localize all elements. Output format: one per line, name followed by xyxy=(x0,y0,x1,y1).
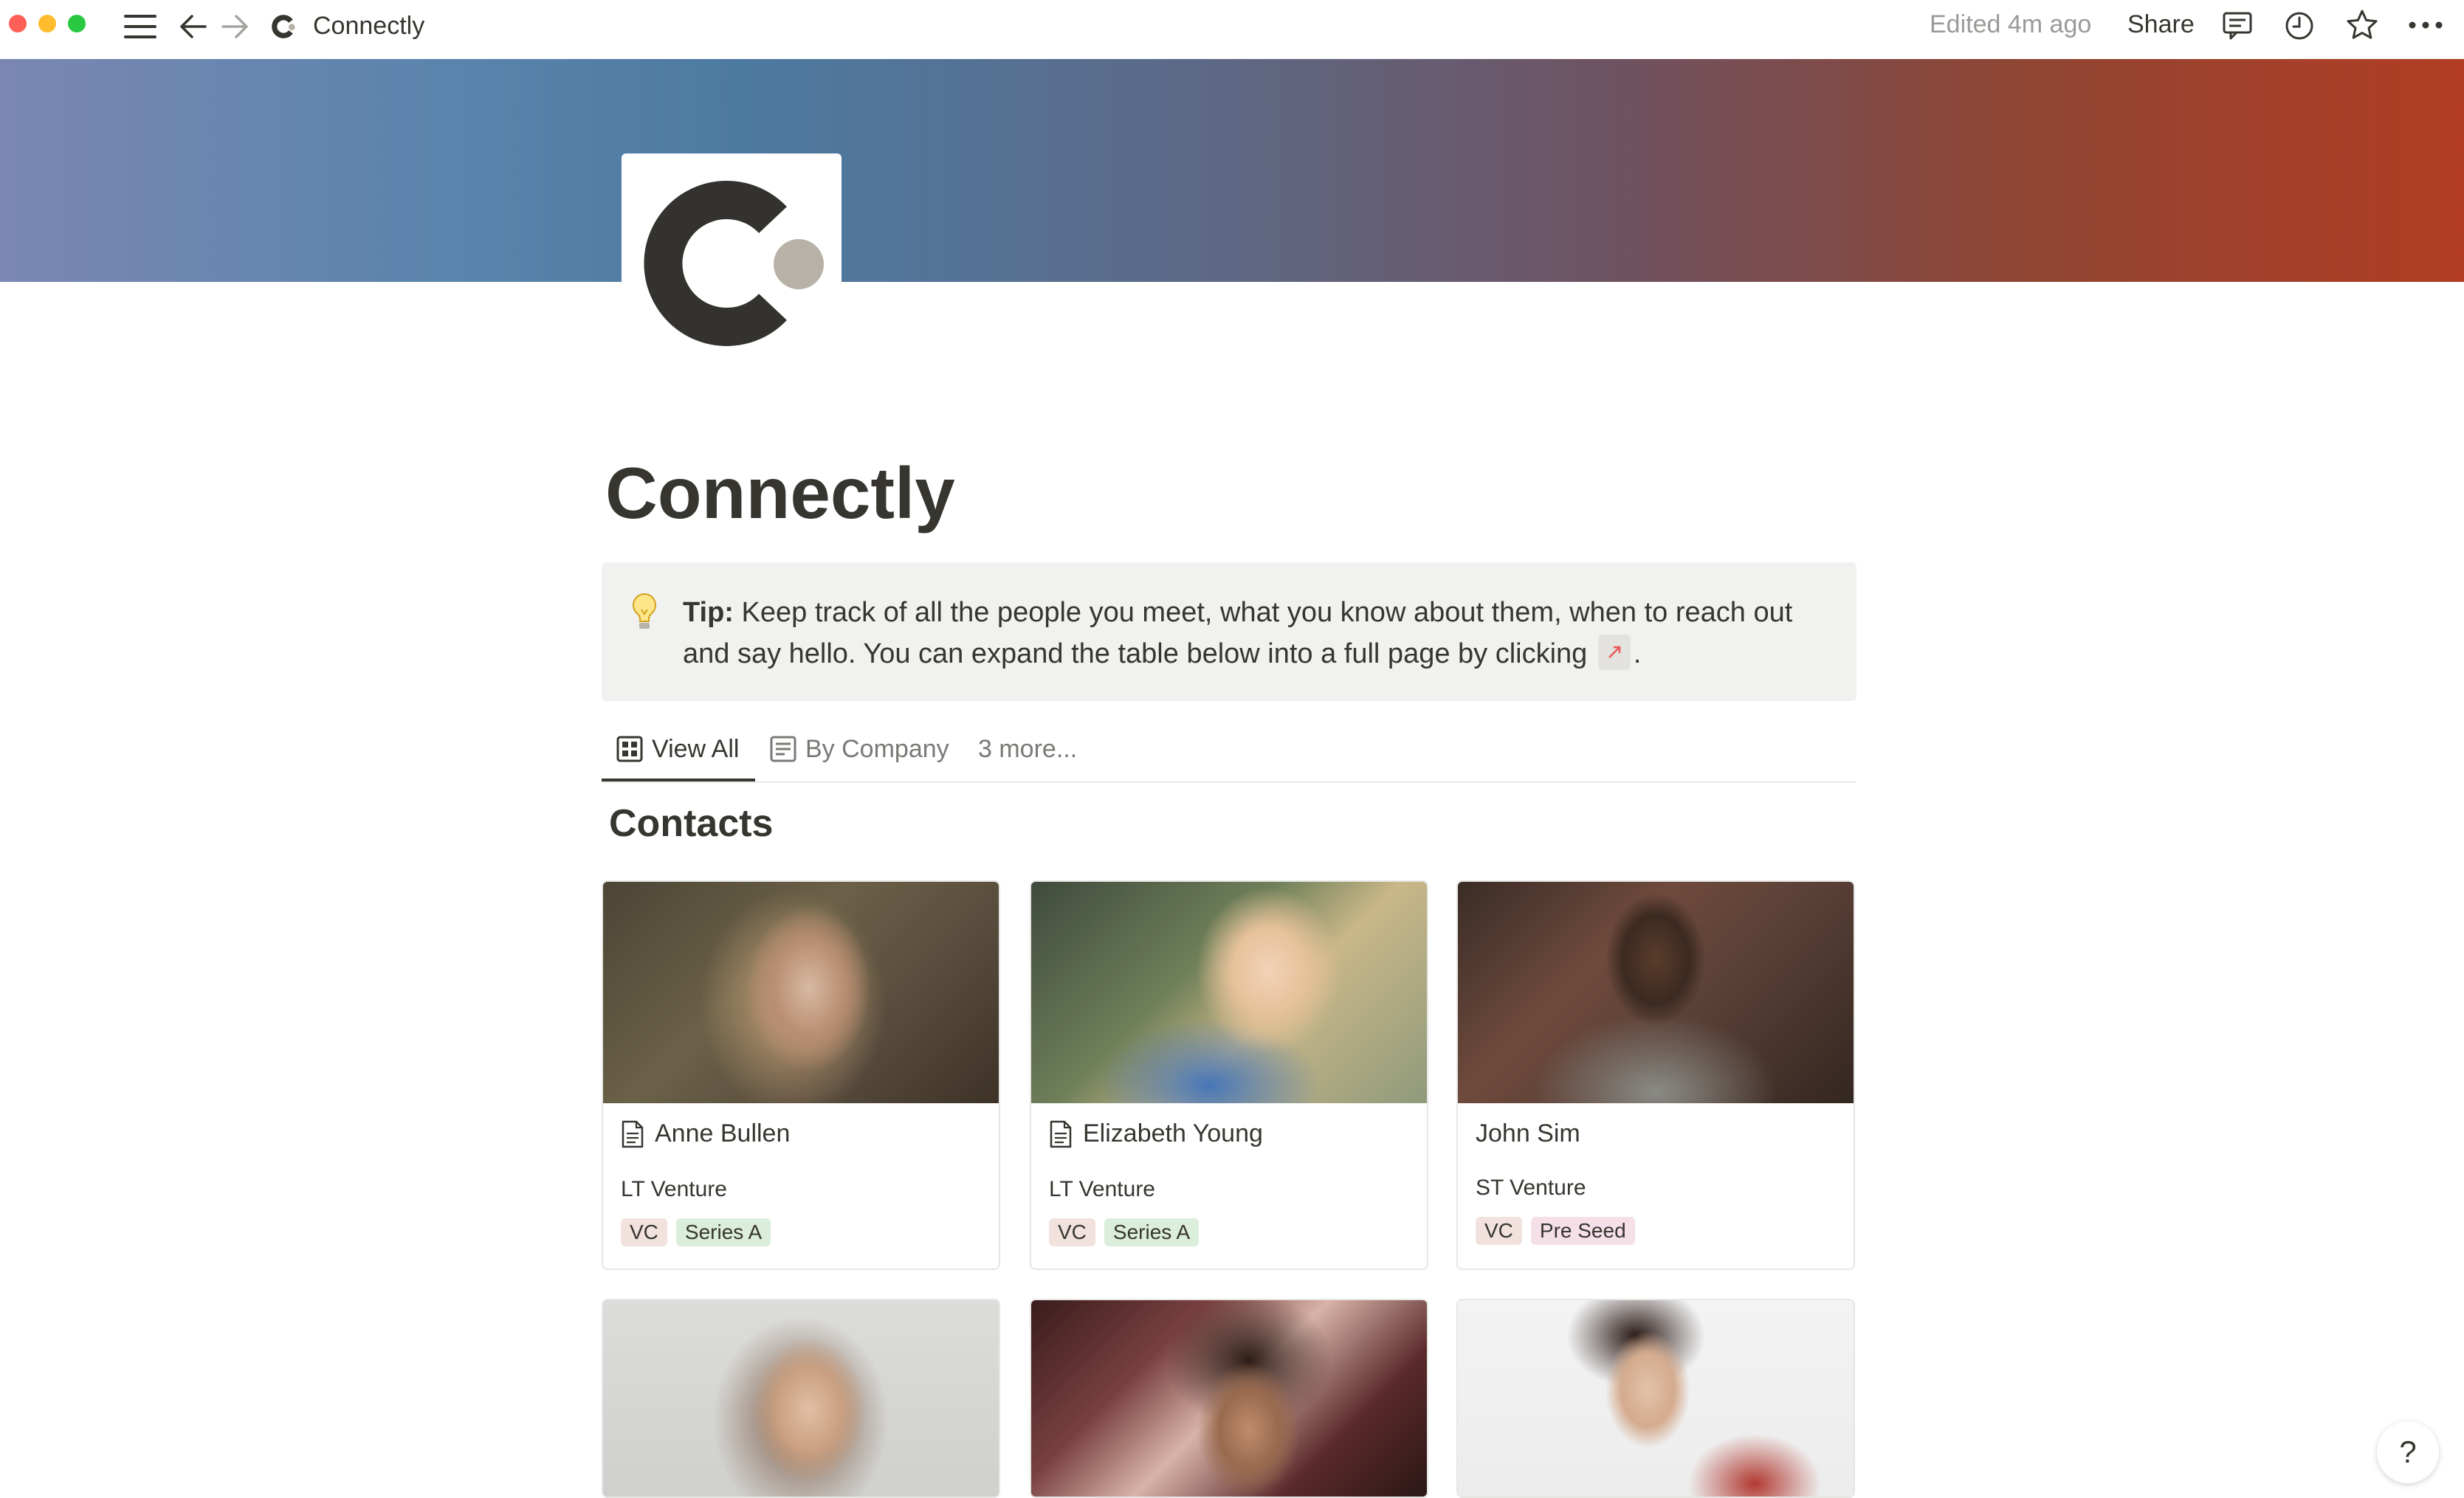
comments-icon[interactable] xyxy=(2222,10,2253,41)
edited-status: Edited 4m ago xyxy=(1930,10,2092,38)
breadcrumb-title[interactable]: Connectly xyxy=(313,12,424,41)
contact-photo xyxy=(1031,882,1427,1103)
connectly-logo-icon[interactable] xyxy=(622,153,842,373)
document-icon xyxy=(1049,1120,1073,1148)
contact-name: Elizabeth Young xyxy=(1049,1119,1263,1148)
page-title[interactable]: Connectly xyxy=(605,452,955,535)
sidebar-toggle-icon[interactable] xyxy=(124,13,156,40)
minimize-window-button[interactable] xyxy=(38,15,56,32)
back-arrow-icon[interactable] xyxy=(180,13,207,40)
board-icon xyxy=(770,736,796,762)
tag-series-a: Series A xyxy=(1104,1218,1200,1246)
contact-photo xyxy=(1458,1300,1854,1497)
more-options-icon[interactable] xyxy=(2408,18,2443,32)
page-cover[interactable] xyxy=(0,59,2464,282)
contact-tags: VC Pre Seed xyxy=(1476,1217,1635,1245)
contact-card[interactable] xyxy=(1456,1299,1855,1498)
tab-label: By Company xyxy=(805,734,949,763)
contact-card[interactable]: Anne Bullen LT Venture VC Series A xyxy=(602,880,1000,1270)
active-tab-indicator xyxy=(602,779,755,781)
contact-company: LT Venture xyxy=(621,1177,727,1201)
tag-series-a: Series A xyxy=(675,1218,771,1246)
contact-card[interactable] xyxy=(602,1299,1000,1498)
expand-diagonal-icon xyxy=(1597,634,1631,670)
tab-view-all[interactable]: View All xyxy=(616,727,739,771)
tab-by-company[interactable]: By Company xyxy=(770,727,949,771)
contact-card[interactable]: John Sim ST Venture VC Pre Seed xyxy=(1456,880,1855,1270)
contact-name-text: Elizabeth Young xyxy=(1083,1119,1263,1147)
database-title[interactable]: Contacts xyxy=(609,801,773,846)
contact-tags: VC Series A xyxy=(621,1218,771,1246)
top-bar: Connectly Edited 4m ago Share xyxy=(0,0,2464,59)
tag-vc: VC xyxy=(621,1218,667,1246)
tag-vc: VC xyxy=(1049,1218,1095,1246)
tip-end: . xyxy=(1633,638,1642,669)
tag-pre-seed: Pre Seed xyxy=(1530,1217,1635,1245)
forward-arrow-icon[interactable] xyxy=(221,13,248,40)
view-tabs: View All By Company 3 more... xyxy=(602,719,1856,783)
tip-label: Tip: xyxy=(683,597,734,628)
tab-more[interactable]: 3 more... xyxy=(978,727,1077,771)
contact-company: LT Venture xyxy=(1049,1177,1155,1201)
contact-company: ST Venture xyxy=(1476,1176,1586,1200)
contact-photo xyxy=(1031,1300,1427,1497)
contact-name-text: John Sim xyxy=(1476,1119,1580,1147)
contact-photo xyxy=(1458,882,1854,1103)
maximize-window-button[interactable] xyxy=(68,15,86,32)
contact-tags: VC Series A xyxy=(1049,1218,1200,1246)
help-button[interactable]: ? xyxy=(2377,1421,2439,1483)
contact-name: Anne Bullen xyxy=(621,1119,790,1148)
contact-photo xyxy=(603,1300,999,1497)
close-window-button[interactable] xyxy=(9,15,27,32)
page-logo-small-icon xyxy=(272,13,298,40)
document-icon xyxy=(621,1120,644,1148)
tab-label: 3 more... xyxy=(978,734,1078,763)
contact-photo xyxy=(603,882,999,1103)
contact-card[interactable]: Elizabeth Young LT Venture VC Series A xyxy=(1030,880,1428,1270)
tip-text: Tip: Keep track of all the people you me… xyxy=(683,592,1834,674)
contact-name-text: Anne Bullen xyxy=(655,1119,791,1147)
contact-card[interactable] xyxy=(1030,1299,1428,1498)
contact-name: John Sim xyxy=(1476,1119,1580,1148)
gallery-icon xyxy=(616,736,643,762)
history-clock-icon[interactable] xyxy=(2284,10,2315,41)
tab-label: View All xyxy=(652,734,740,763)
share-button[interactable]: Share xyxy=(2127,10,2195,39)
tag-vc: VC xyxy=(1476,1217,1522,1245)
lightbulb-icon xyxy=(630,592,659,633)
tip-callout: Tip: Keep track of all the people you me… xyxy=(602,562,1856,701)
favorite-star-icon[interactable] xyxy=(2346,9,2378,41)
